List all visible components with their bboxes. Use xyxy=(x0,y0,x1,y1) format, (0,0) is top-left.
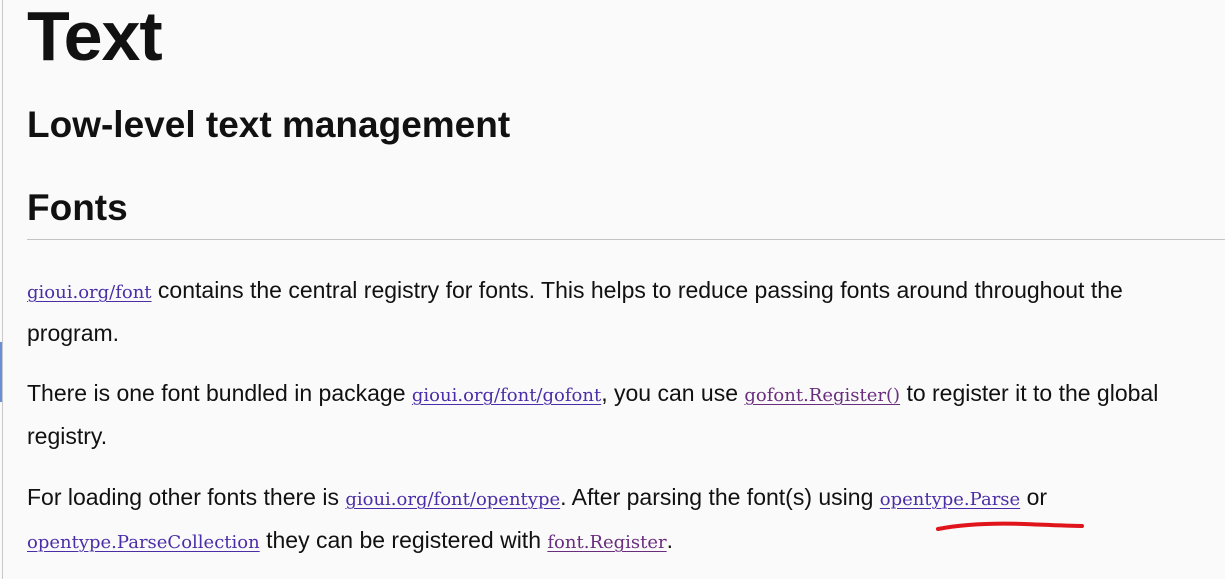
link-gofont-register[interactable]: gofont.Register() xyxy=(744,385,900,406)
link-opentype-package[interactable]: gioui.org/font/opentype xyxy=(345,489,560,510)
paragraph-text: , you can use xyxy=(601,380,745,406)
paragraph-text: . xyxy=(666,527,674,553)
page-title: Text xyxy=(27,0,163,75)
document-page: Text Low-level text management Fonts gio… xyxy=(0,0,1225,579)
paragraph-text: contains the central registry for fonts.… xyxy=(27,277,1123,346)
link-opentype-parse[interactable]: opentype.Parse xyxy=(880,489,1020,510)
paragraph-text: they can be registered with xyxy=(259,527,548,553)
section-divider xyxy=(27,239,1225,240)
scroll-marker xyxy=(0,342,2,402)
page-subtitle: Low-level text management xyxy=(27,104,511,145)
paragraph-text: . After parsing the font(s) using xyxy=(560,484,880,510)
section-heading-fonts: Fonts xyxy=(27,187,128,228)
paragraph-gofont: There is one font bundled in package gio… xyxy=(27,373,1207,456)
left-border xyxy=(2,0,3,579)
red-annotation-underline xyxy=(936,521,1084,531)
paragraph-text: There is one font bundled in package xyxy=(27,380,412,406)
link-opentype-parsecollection[interactable]: opentype.ParseCollection xyxy=(27,532,260,553)
link-font-register[interactable]: font.Register xyxy=(547,532,666,553)
paragraph-text: For loading other fonts there is xyxy=(27,484,346,510)
paragraph-font-registry: gioui.org/font contains the central regi… xyxy=(27,270,1207,353)
link-gofont-package[interactable]: gioui.org/font/gofont xyxy=(412,385,601,406)
paragraph-text: or xyxy=(1020,484,1048,510)
link-gioui-font[interactable]: gioui.org/font xyxy=(27,282,152,303)
